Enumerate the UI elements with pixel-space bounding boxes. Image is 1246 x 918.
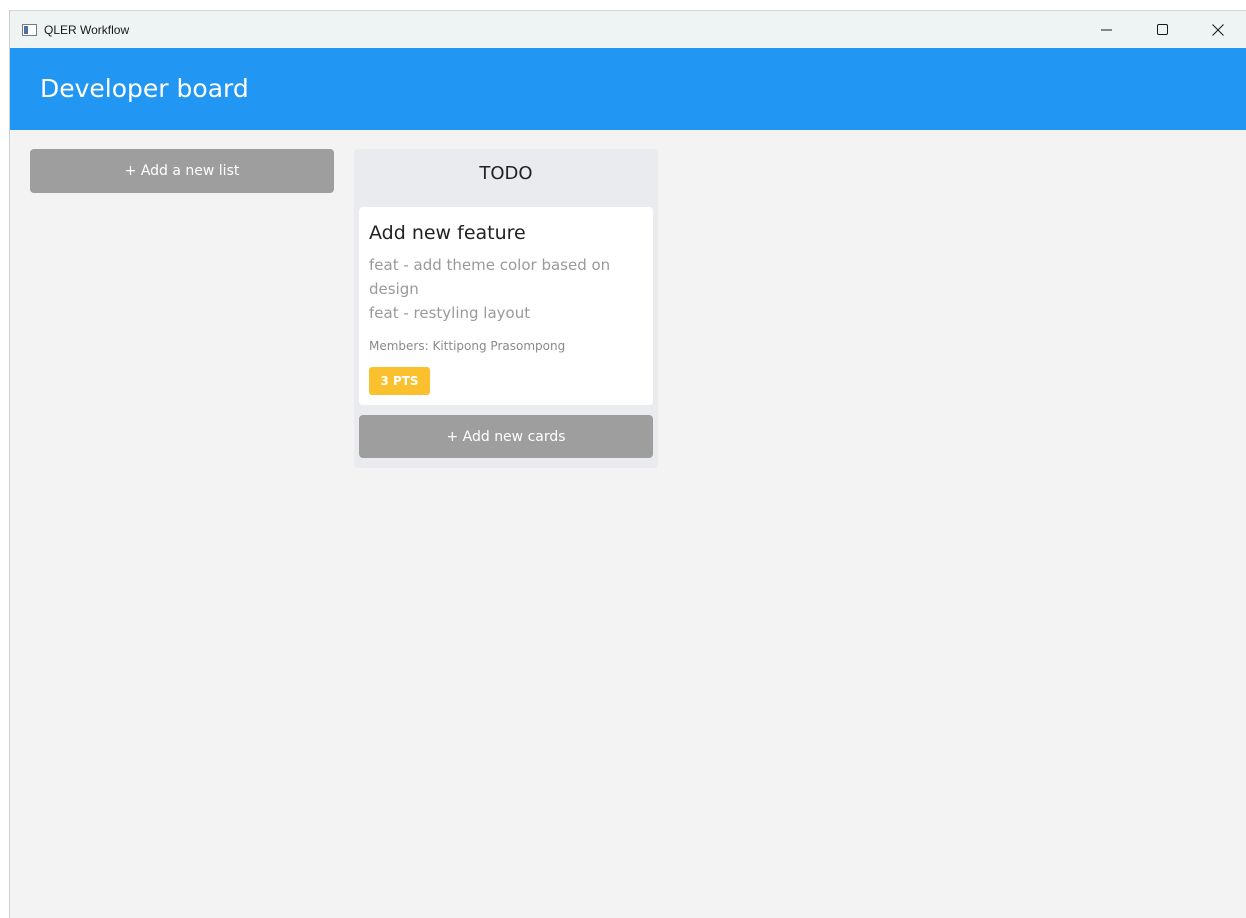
minimize-button[interactable] [1078,11,1134,48]
window-titlebar[interactable]: QLER Workflow [10,11,1246,48]
close-button[interactable] [1190,11,1246,48]
add-list-button[interactable]: + Add a new list [30,149,334,193]
task-card[interactable]: Add new feature feat - add theme color b… [359,207,653,405]
board-title: Developer board [40,74,249,103]
minimize-icon [1100,29,1112,31]
card-members: Members: Kittipong Prasompong [369,339,566,353]
board-header: Developer board [10,48,1246,130]
points-badge: 3 PTS [369,367,430,395]
card-description-line: feat - add theme color based on design [369,256,611,298]
maximize-button[interactable] [1134,11,1190,48]
app-window-icon [22,23,37,36]
app-window: QLER Workflow Developer board + Add a ne… [9,10,1246,918]
maximize-icon [1156,24,1168,35]
window-controls [1078,11,1246,48]
card-title: Add new feature [369,222,526,244]
list-todo: TODO Add new feature feat - add theme co… [354,149,658,468]
list-title: TODO [479,163,533,184]
card-description-line: feat - restyling layout [369,304,531,322]
window-title: QLER Workflow [44,22,130,37]
card-description: feat - add theme color based on design f… [369,253,639,325]
add-card-button[interactable]: + Add new cards [359,415,653,458]
close-icon [1212,23,1224,36]
